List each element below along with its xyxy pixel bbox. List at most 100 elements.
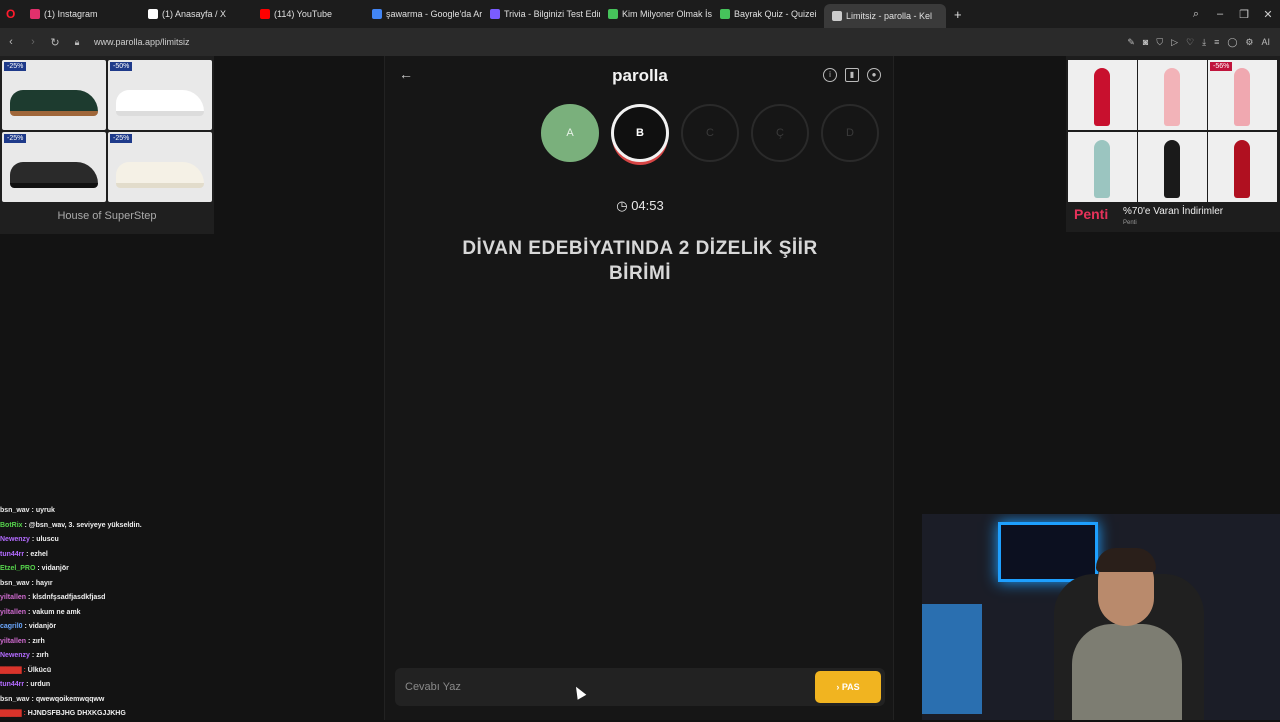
profile-icon[interactable]: ◯ [1227,37,1237,48]
chat-message: ▇▇▇▇ : Ülkücü [0,664,214,679]
forward-icon[interactable]: › [22,36,44,48]
chat-username[interactable]: yiltallen [0,638,26,645]
chat-message: Newenzy : zırh [0,649,214,664]
site-logo[interactable]: parolla [385,66,895,86]
shoe-graphic [116,162,204,188]
product-image[interactable] [1138,132,1207,202]
browser-tab[interactable]: Bayrak Quiz - Quizei [712,0,824,28]
chat-username[interactable]: Newenzy [0,536,30,543]
left-ad-banner[interactable]: -25% -50% -25% -25% House of SuperStep [0,56,214,234]
tab-favicon-icon [608,9,618,19]
chat-username[interactable]: yiltallen [0,609,26,616]
close-icon[interactable]: ✕ [1256,8,1280,21]
chat-username[interactable]: yiltallen [0,594,26,601]
url-field[interactable]: www.parolla.app/limitsiz [94,37,190,47]
browser-tab[interactable]: şawarma - Google'da Ara [364,0,482,28]
browser-tab[interactable]: (1) Anasayfa / X [140,0,252,28]
product-image[interactable] [1208,132,1277,202]
back-icon[interactable]: ‹ [0,36,22,48]
browser-tab[interactable]: Kim Milyoner Olmak İster [600,0,712,28]
tab-favicon-icon [832,11,842,21]
info-icon[interactable]: i [823,68,837,82]
chat-message: Newenzy : uluscu [0,533,214,548]
edit-icon[interactable]: ✎ [1127,37,1135,48]
letter-bubble: Ç [751,104,809,162]
game-toolbar: i ▮ ● [823,68,881,82]
chat-username[interactable]: Newenzy [0,652,30,659]
shoe-image[interactable]: -25% [2,60,106,130]
chat-username[interactable]: tun44rr [0,681,24,688]
streamer-graphic [1072,548,1182,720]
tab-label: (1) Anasayfa / X [162,9,227,19]
chat-message: BotRix : @bsn_wav, 3. seviyeye yükseldin… [0,519,214,534]
new-tab-icon[interactable]: + [946,0,970,28]
discount-badge: -25% [110,134,133,143]
right-ad-banner[interactable]: -56% Penti %70'e Varan İndirimler Penti [1066,56,1280,232]
product-image[interactable]: -56% [1208,60,1277,130]
clock-icon: ◷ [616,198,628,213]
chat-username-redacted: ▇▇▇▇ : [0,710,28,717]
shoe-image[interactable]: -50% [108,60,212,130]
play-icon[interactable]: ▷ [1171,37,1178,48]
chat-text: hayır [35,579,53,587]
letter-wheel: ABCÇD [541,104,879,162]
chat-text: Ülkücü [27,666,52,674]
browser-tab[interactable]: Trivia - Bilginizi Test Edin [482,0,600,28]
ai-button[interactable]: AI [1261,37,1270,47]
chat-username[interactable]: bsn_wav [0,696,30,703]
model-graphic [1234,68,1250,126]
menu-icon[interactable]: ≡ [1214,37,1219,47]
chat-username[interactable]: bsn_wav [0,507,30,514]
stream-chat: bsn_wav : uyruk BotRix : @bsn_wav, 3. sev… [0,504,214,722]
chat-text: klsdnfşsadfjasdkfjasd [32,594,106,601]
tab-label: Bayrak Quiz - Quizei [734,9,817,19]
ad-title[interactable]: %70'e Varan İndirimler [1123,206,1223,217]
answer-input[interactable] [395,668,795,706]
address-bar: ‹ › ↻ 🔒︎ www.parolla.app/limitsiz ✎ ◙ ⛉ … [0,28,1280,56]
user-icon[interactable]: ● [867,68,881,82]
reload-icon[interactable]: ↻ [44,36,66,49]
chat-username[interactable]: BotRix [0,522,23,529]
tab-label: şawarma - Google'da Ara [386,9,482,19]
chat-text: urdun [30,681,51,688]
chat-text: zırh [32,637,45,645]
minimize-icon[interactable]: – [1208,8,1232,20]
chat-message: bsn_wav : hayır [0,577,214,592]
pass-button[interactable]: › PAS [815,671,881,703]
product-image[interactable] [1138,60,1207,130]
chat-username[interactable]: cagril0 [0,623,23,630]
tab-label: Trivia - Bilginizi Test Edin [504,9,600,19]
penti-logo[interactable]: Penti [1074,206,1108,222]
product-image[interactable] [1068,132,1137,202]
browser-tab[interactable]: (1) Instagram [22,0,140,28]
hair-graphic [1096,548,1156,572]
tab-favicon-icon [490,9,500,19]
chat-username[interactable]: Etzel_PRO [0,565,35,572]
stats-icon[interactable]: ▮ [845,68,859,82]
chat-message: tun44rr : urdun [0,678,214,693]
shoe-image[interactable]: -25% [2,132,106,202]
opera-menu-icon[interactable]: O [0,0,22,28]
window-controls: ⌕ – ❐ ✕ [1184,0,1280,28]
webcam-overlay [922,514,1280,720]
chat-text: vakum ne amk [32,608,81,616]
product-image[interactable] [1068,60,1137,130]
download-icon[interactable]: ⤓ [1202,37,1206,48]
browser-tab[interactable]: (114) YouTube [252,0,364,28]
browser-tab[interactable]: Limitsiz - parolla - Kel [824,4,946,28]
model-graphic [1234,140,1250,198]
shoe-image[interactable]: -25% [108,132,212,202]
letter-bubble: C [681,104,739,162]
maximize-icon[interactable]: ❐ [1232,8,1256,21]
chat-message: yiltallen : klsdnfşsadfjasdkfjasd [0,591,214,606]
extension-icon[interactable]: ⚙ [1245,37,1253,48]
chat-username[interactable]: bsn_wav [0,580,30,587]
chat-username[interactable]: tun44rr [0,551,24,558]
heart-icon[interactable]: ♡ [1186,37,1194,48]
shield-icon[interactable]: ⛉ [1156,37,1163,48]
camera-icon[interactable]: ◙ [1143,37,1148,47]
search-tabs-icon[interactable]: ⌕ [1184,8,1208,21]
ad-brand-label[interactable]: House of SuperStep [0,210,214,222]
chat-text: uyruk [35,507,55,514]
chat-text: qwewqoikemwqqww [35,695,105,703]
